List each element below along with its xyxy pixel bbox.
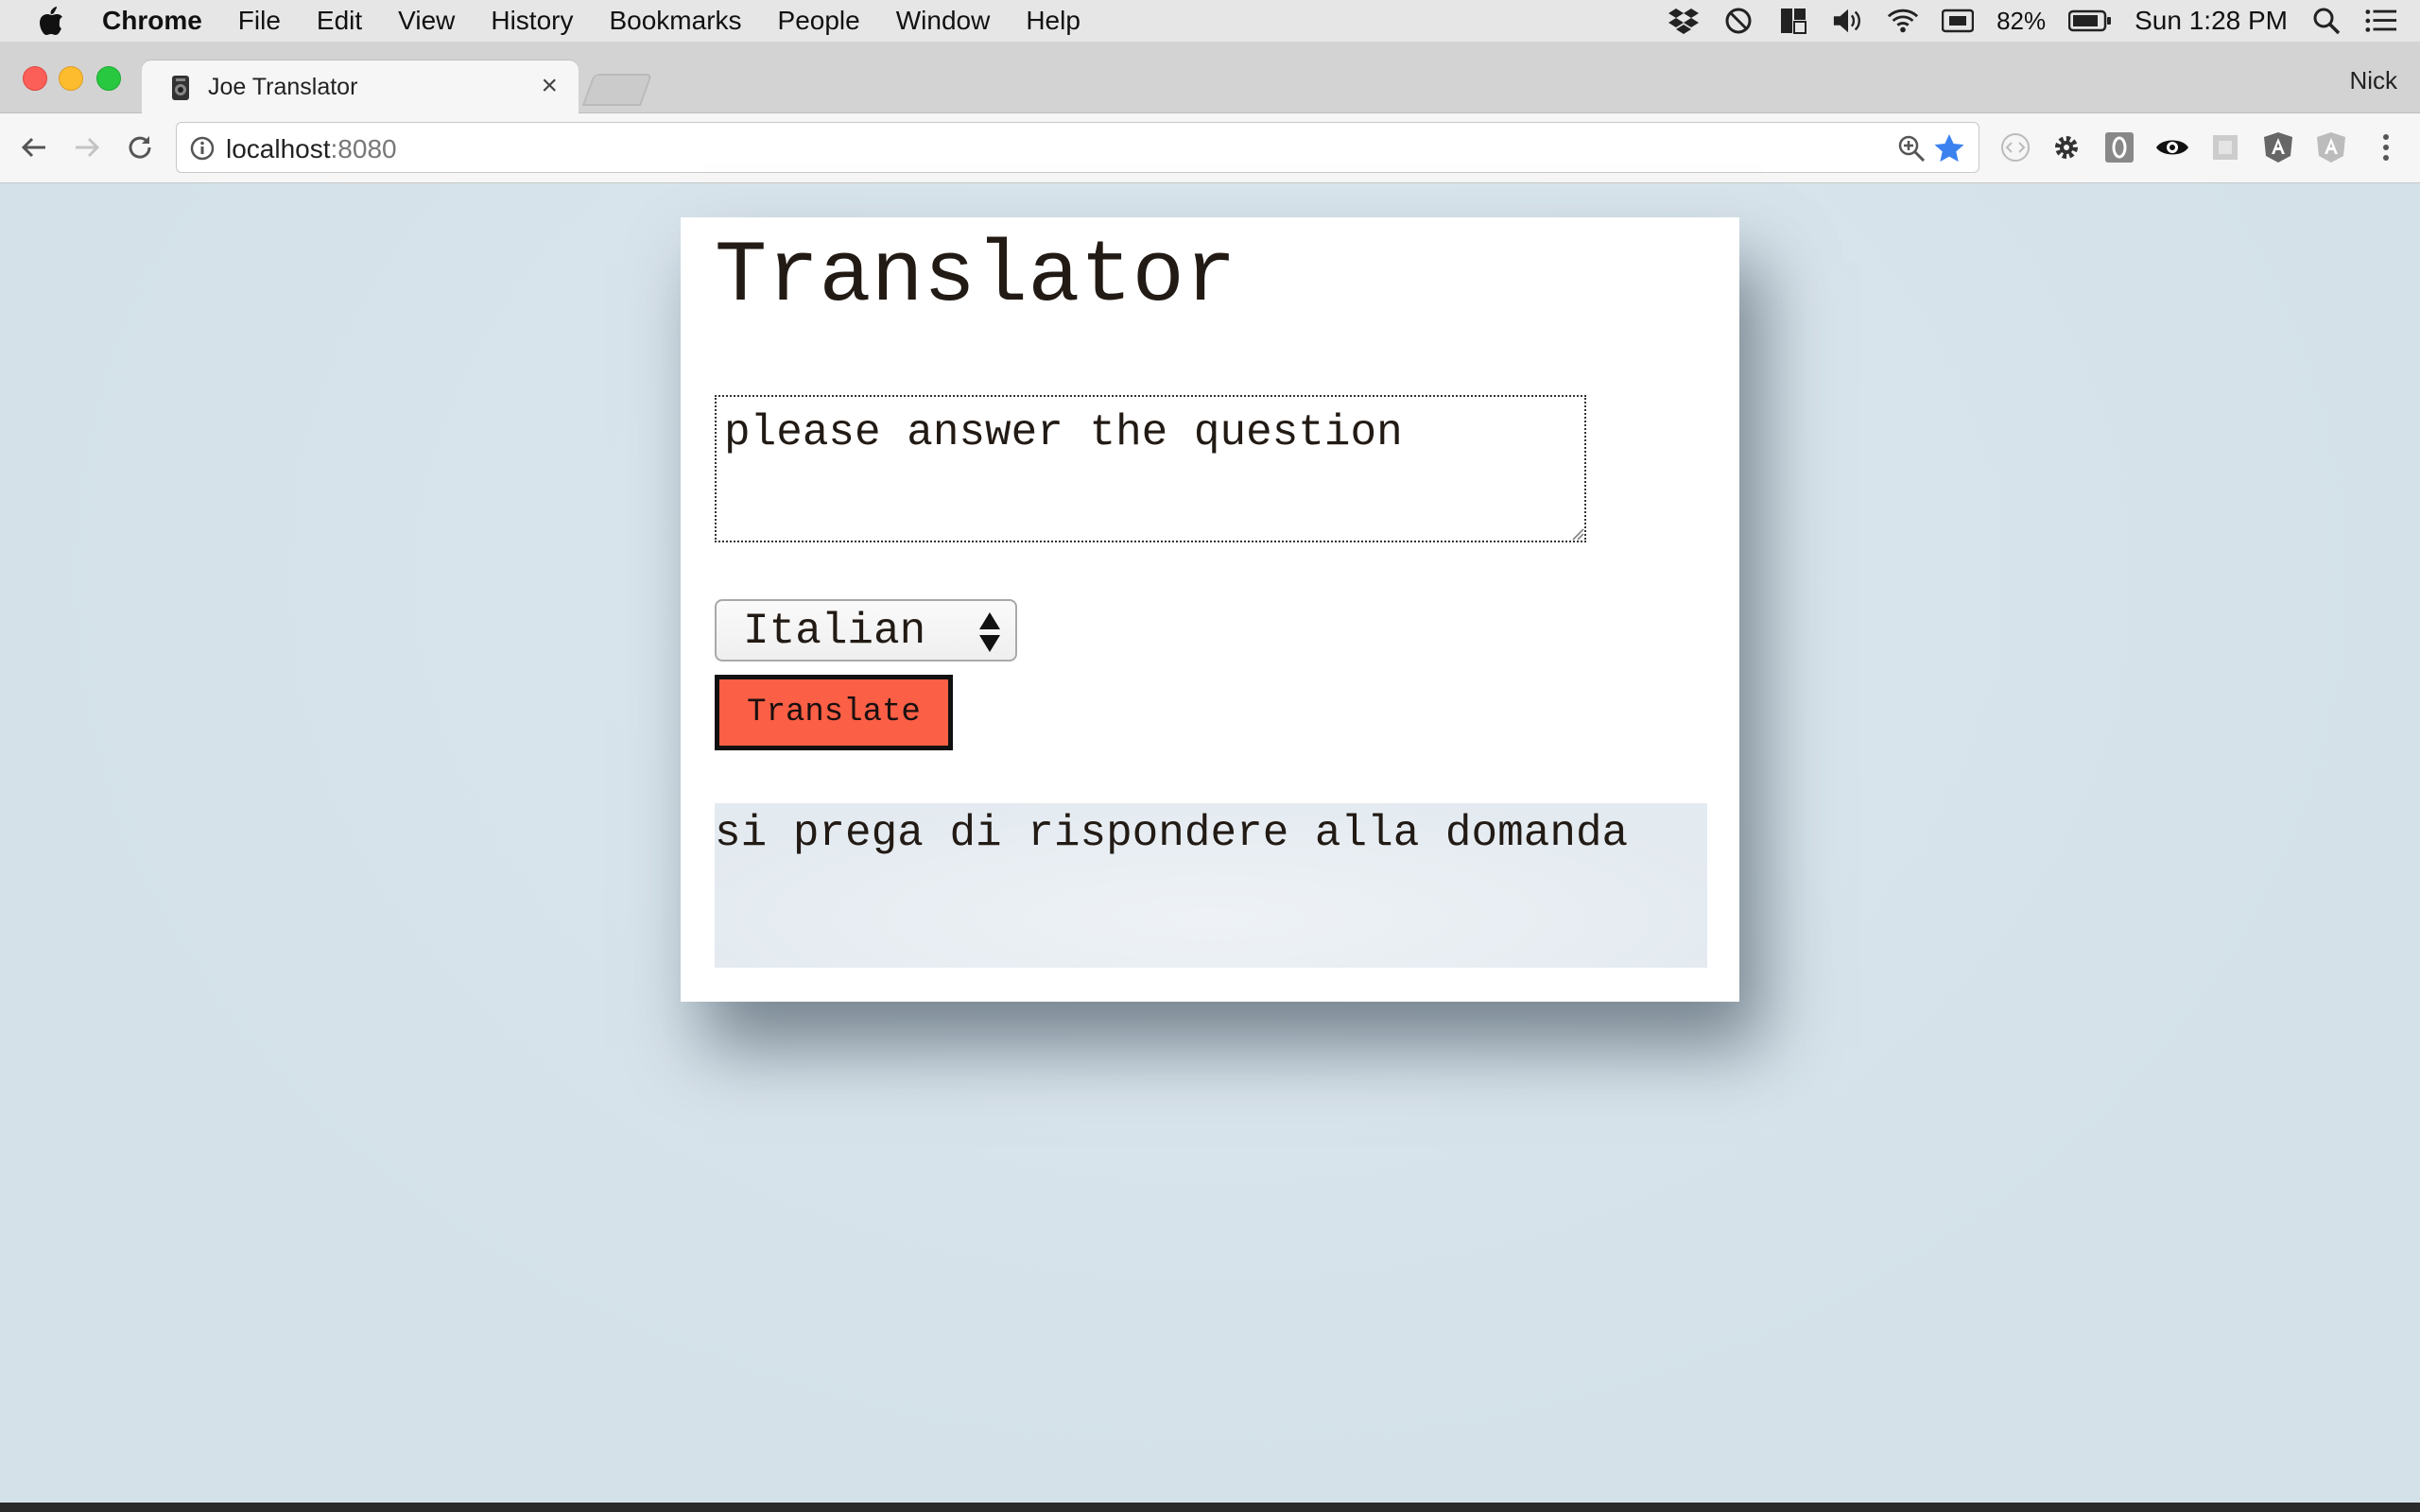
extension-gear-icon[interactable] [2049, 130, 2083, 164]
favicon-icon [172, 76, 189, 100]
menu-window[interactable]: Window [896, 6, 991, 36]
browser-toolbar: localhost:8080 [0, 113, 2420, 183]
status-area: 82% Sun 1:28 PM [1668, 0, 2420, 42]
battery-percent[interactable]: 82% [1996, 7, 2046, 36]
menu-bookmarks[interactable]: Bookmarks [609, 6, 741, 36]
window-minimize-button[interactable] [59, 66, 83, 91]
tab-joe-translator[interactable]: Joe Translator × [142, 60, 579, 113]
menu-edit[interactable]: Edit [317, 6, 362, 36]
site-info-icon[interactable] [190, 136, 215, 161]
notification-center-icon[interactable] [2365, 5, 2397, 37]
source-text-input[interactable]: please answer the question [715, 395, 1586, 542]
translation-result: si prega di rispondere alla domanda [715, 803, 1707, 968]
bookmark-star-icon[interactable] [1933, 132, 1965, 164]
menu-view[interactable]: View [398, 6, 455, 36]
reload-icon [129, 136, 151, 159]
apple-logo-icon[interactable] [38, 6, 64, 36]
page-title: Translator [715, 227, 1237, 326]
translate-button[interactable]: Translate [715, 675, 953, 750]
translator-card: Translator please answer the question It… [681, 217, 1739, 1002]
dropbox-icon[interactable] [1668, 5, 1700, 37]
reload-button[interactable] [121, 129, 159, 166]
forward-arrow-icon [76, 137, 100, 158]
address-bar[interactable]: localhost:8080 [176, 122, 1979, 173]
volume-icon[interactable] [1832, 5, 1864, 37]
zoom-icon[interactable] [1897, 134, 1926, 163]
extension-angular-icon[interactable] [2261, 130, 2295, 164]
language-selected-value: Italian [743, 607, 926, 656]
window-close-button[interactable] [23, 66, 47, 91]
back-button[interactable] [15, 129, 53, 166]
forward-button[interactable] [68, 129, 106, 166]
url-host: localhost [226, 134, 331, 163]
extension-code-icon[interactable] [1998, 130, 2032, 164]
battery-icon[interactable] [2068, 5, 2112, 37]
menu-file[interactable]: File [238, 6, 281, 36]
language-select[interactable]: Italian [715, 599, 1017, 662]
keyboard-icon[interactable] [1942, 5, 1975, 37]
tab-close-icon[interactable]: × [541, 70, 558, 102]
page-viewport: Translator please answer the question It… [0, 183, 2420, 1503]
chrome-menu-icon[interactable] [2369, 130, 2403, 164]
extension-eye-icon[interactable] [2155, 130, 2189, 164]
window-zoom-button[interactable] [96, 66, 121, 91]
url-text[interactable]: localhost:8080 [226, 134, 397, 164]
do-not-disturb-icon[interactable] [1722, 5, 1754, 37]
spotlight-search-icon[interactable] [2310, 5, 2342, 37]
menu-help[interactable]: Help [1026, 6, 1080, 36]
dock-edge [0, 1503, 2420, 1512]
extension-blank-icon[interactable] [2208, 130, 2242, 164]
resize-grip-icon[interactable] [1569, 525, 1584, 541]
back-arrow-icon [21, 137, 45, 158]
window-layout-icon[interactable] [1777, 5, 1809, 37]
new-tab-button[interactable] [581, 74, 653, 106]
tab-strip: Joe Translator × Nick [0, 42, 2420, 113]
tab-title: Joe Translator [208, 74, 358, 100]
select-stepper-icon [979, 612, 1000, 652]
menu-app-chrome[interactable]: Chrome [102, 6, 202, 36]
extension-angular-alt-icon[interactable] [2314, 130, 2348, 164]
extension-zero-icon[interactable] [2102, 130, 2136, 164]
wifi-icon[interactable] [1887, 5, 1919, 37]
clock[interactable]: Sun 1:28 PM [2135, 6, 2288, 36]
url-port: :8080 [330, 134, 397, 163]
translation-result-text: si prega di rispondere alla domanda [715, 809, 1629, 858]
menu-bar: Chrome File Edit View History Bookmarks … [0, 0, 2420, 42]
menu-people[interactable]: People [778, 6, 860, 36]
menu-history[interactable]: History [491, 6, 573, 36]
profile-name[interactable]: Nick [2349, 66, 2397, 95]
